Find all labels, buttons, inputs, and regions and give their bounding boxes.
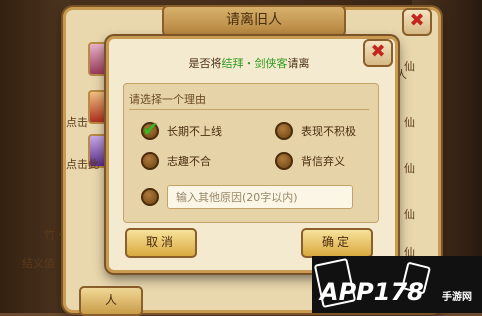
outer-close-button[interactable]: ✖: [402, 8, 432, 36]
question-prefix: 是否将: [188, 57, 222, 70]
option-long-offline[interactable]: 长期不上线: [141, 117, 222, 141]
watermark-text: APP178: [320, 278, 424, 306]
watermark-subtext: 手游网: [442, 292, 472, 303]
bg-right-label-3: 仙: [404, 162, 415, 175]
radio-icon[interactable]: [275, 122, 293, 140]
bg-left-button[interactable]: 人: [79, 286, 143, 316]
radio-icon[interactable]: [141, 152, 159, 170]
reason-title: 请选择一个理由: [129, 93, 206, 106]
option-label: 表现不积极: [301, 125, 356, 138]
outer-panel-title: 请离旧人: [162, 5, 346, 37]
bg-text-click: 点击: [66, 116, 88, 129]
dismiss-reason-dialog: ✖ 是否将结拜・剑侠客请离 请选择一个理由 长期不上线 表现不积极 志趣不合 背…: [106, 36, 398, 273]
bg-right-label-2: 仙: [404, 116, 415, 129]
option-label: 志趣不合: [167, 155, 211, 168]
bg-text-bamboo: 竹・: [44, 228, 66, 241]
bg-right-label-4: 仙: [404, 208, 415, 221]
option-other[interactable]: [141, 187, 159, 207]
radio-icon[interactable]: [275, 152, 293, 170]
question-highlight: 结拜・剑侠客: [221, 57, 288, 70]
question-suffix: 请离: [287, 57, 310, 70]
bg-text-bond-value: 结义值: [22, 257, 55, 270]
radio-selected-icon[interactable]: [141, 117, 159, 141]
option-inactive[interactable]: 表现不积极: [275, 121, 356, 141]
cancel-button[interactable]: 取消: [125, 228, 197, 258]
reason-divider: [129, 109, 369, 110]
option-label: 长期不上线: [167, 125, 222, 138]
dialog-question: 是否将结拜・剑侠客请离: [109, 55, 389, 71]
option-different-interests[interactable]: 志趣不合: [141, 151, 211, 171]
radio-icon[interactable]: [141, 188, 159, 206]
option-betrayal[interactable]: 背信弃义: [275, 151, 345, 171]
other-reason-input[interactable]: 输入其他原因(20字以内): [167, 185, 353, 209]
bg-text-click-here: 点击此: [66, 158, 99, 171]
confirm-button[interactable]: 确定: [301, 228, 373, 258]
option-label: 背信弃义: [301, 155, 345, 168]
